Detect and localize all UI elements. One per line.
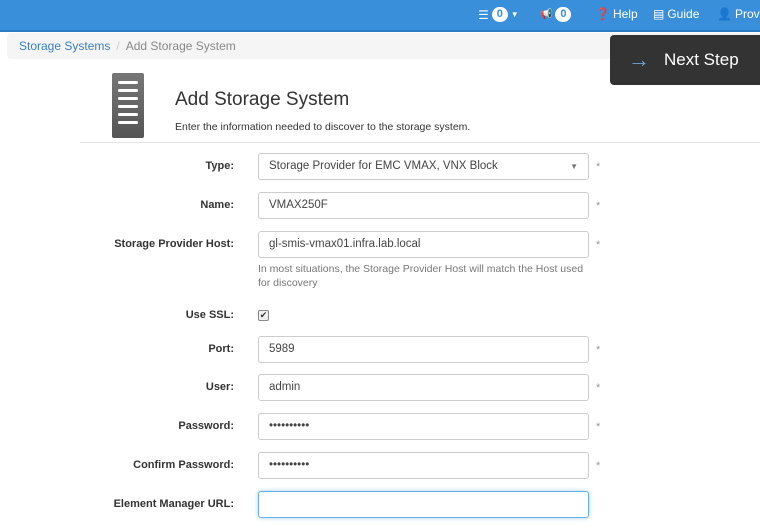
required-mark: *	[596, 460, 601, 472]
ssl-label: Use SSL:	[185, 309, 234, 321]
chevron-down-icon: ▼	[510, 10, 519, 19]
help-link[interactable]: ❓ Help	[595, 7, 638, 21]
question-circle-icon: ❓	[595, 7, 610, 21]
tasks-badge: 0	[491, 7, 508, 22]
required-mark: *	[596, 344, 601, 356]
required-mark: *	[596, 200, 601, 212]
book-icon: ▤	[653, 7, 665, 21]
user-menu[interactable]: 👤Provid	[717, 7, 760, 21]
page-title: Add Storage System	[175, 89, 350, 110]
required-mark: *	[596, 161, 601, 173]
password-input[interactable]: ••••••••••	[258, 413, 589, 440]
top-navbar: ☰0▼ 📢0 ❓Help ▤Guide 👤Provid	[0, 0, 760, 32]
arrow-right-icon: →	[628, 47, 650, 72]
caret-down-icon: ▼	[570, 162, 578, 171]
breadcrumb-current: Add Storage System	[125, 39, 236, 53]
breadcrumb-separator: /	[116, 39, 120, 53]
type-select[interactable]: Storage Provider for EMC VMAX, VNX Block…	[258, 153, 589, 180]
notifications-menu[interactable]: 📢 0	[540, 7, 572, 22]
required-mark: *	[596, 421, 601, 433]
name-label: Name:	[200, 199, 234, 211]
port-input[interactable]: 5989	[258, 336, 589, 363]
password-label: Password:	[178, 420, 234, 432]
user-input[interactable]: admin	[258, 374, 589, 401]
required-mark: *	[596, 382, 601, 394]
user-label: User:	[205, 381, 234, 393]
name-input[interactable]: VMAX250F	[258, 192, 589, 219]
page-subtitle: Enter the information needed to discover…	[175, 121, 471, 133]
guide-link[interactable]: ▤ Guide	[653, 7, 699, 21]
help-label: Help	[612, 7, 638, 21]
host-help-text: In most situations, the Storage Provider…	[258, 263, 584, 289]
notifications-badge: 0	[555, 7, 572, 22]
element-manager-url-label: Element Manager URL:	[113, 498, 234, 510]
type-label: Type:	[205, 160, 234, 172]
next-step-label: Next Step	[664, 50, 739, 69]
confirm-password-input[interactable]: ••••••••••	[258, 452, 589, 479]
tasks-menu[interactable]: ☰ 0 ▼	[478, 7, 519, 22]
user-icon: 👤	[717, 7, 732, 21]
next-step-button[interactable]: → Next Step	[610, 35, 760, 85]
server-icon	[112, 73, 144, 138]
guide-label: Guide	[667, 7, 700, 21]
ssl-checkbox[interactable]: ✔	[258, 310, 269, 321]
divider	[80, 142, 760, 143]
user-label: Provid	[734, 7, 760, 21]
host-label: Storage Provider Host:	[114, 238, 234, 250]
port-label: Port:	[208, 343, 234, 355]
type-value: Storage Provider for EMC VMAX, VNX Block	[269, 160, 498, 172]
tasks-icon: ☰	[478, 7, 489, 22]
element-manager-url-input[interactable]	[258, 491, 589, 518]
breadcrumb-storage-systems[interactable]: Storage Systems	[19, 39, 110, 53]
confirm-password-label: Confirm Password:	[133, 459, 234, 471]
host-input[interactable]: gl-smis-vmax01.infra.lab.local	[258, 231, 589, 258]
megaphone-icon: 📢	[540, 9, 553, 20]
required-mark: *	[596, 239, 601, 251]
